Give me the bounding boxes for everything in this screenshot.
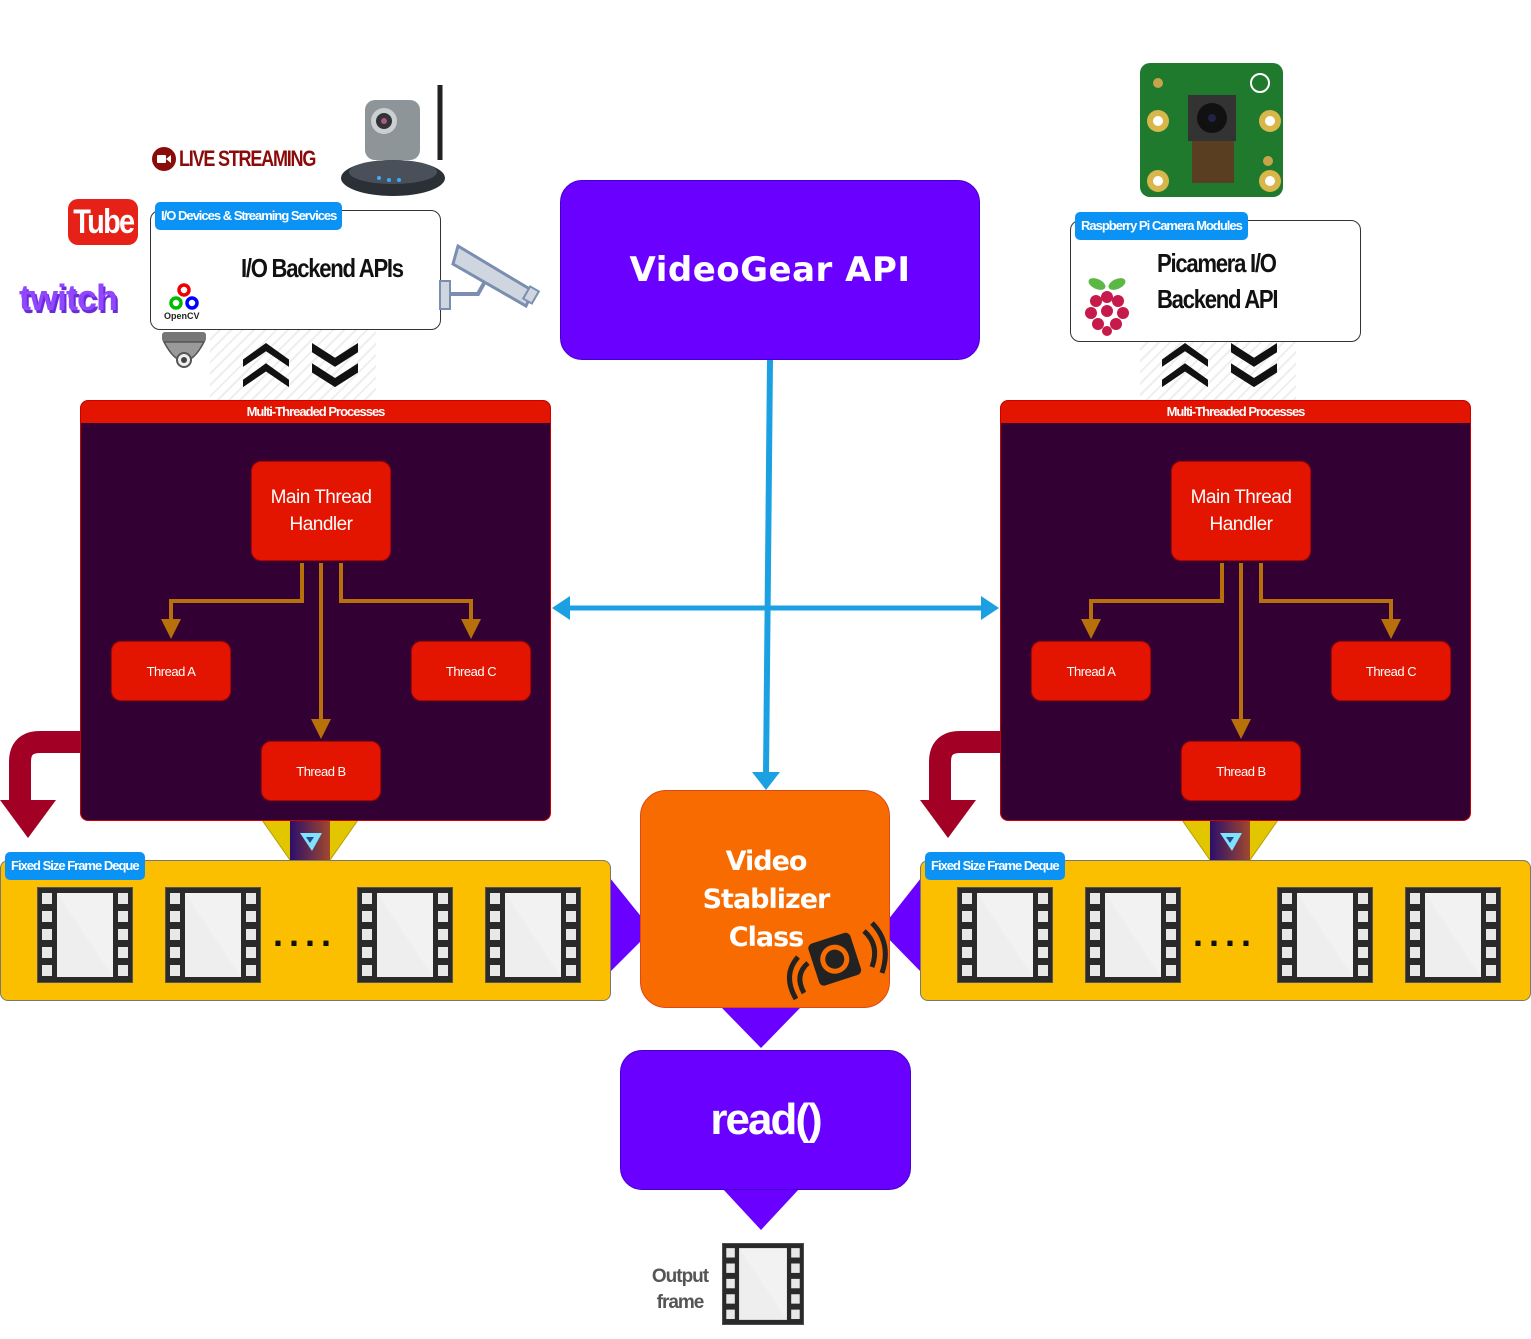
main-thread-line1: Main Thread bbox=[270, 487, 372, 508]
main-thread-line1: Main Thread bbox=[1190, 487, 1292, 508]
twitch-logo: twitch bbox=[19, 276, 135, 320]
read-to-output-arrow bbox=[722, 1188, 800, 1230]
video-camera-icon bbox=[152, 147, 176, 171]
main-thread-line2: Handler bbox=[289, 514, 353, 535]
deque-ellipsis: .... bbox=[273, 913, 338, 954]
api-down-arrowhead bbox=[752, 772, 780, 790]
stabilizer-line1: Video bbox=[725, 846, 808, 877]
main-thread-line2: Handler bbox=[1209, 514, 1273, 535]
output-line2: frame bbox=[656, 1292, 705, 1313]
frame-icon bbox=[357, 887, 453, 983]
right-thread-a: Thread A bbox=[1031, 641, 1151, 701]
right-frame-deque: .... bbox=[920, 860, 1531, 1001]
output-frame-label: Output frame bbox=[650, 1264, 710, 1316]
frame-icon bbox=[485, 887, 581, 983]
twitch-logo-text: twitch bbox=[19, 277, 118, 318]
left-return-arrow bbox=[9, 731, 82, 800]
raspberry-pi-logo-icon bbox=[1085, 278, 1129, 336]
dome-camera-icon bbox=[162, 332, 206, 368]
left-thread-c: Thread C bbox=[411, 641, 531, 701]
videogear-api-title: VideoGear API bbox=[629, 250, 911, 290]
api-to-stabilizer-connector bbox=[763, 359, 773, 776]
frame-icon bbox=[37, 887, 133, 983]
right-return-arrowhead bbox=[920, 800, 976, 838]
left-frame-deque: .... bbox=[0, 860, 611, 1001]
upload-chevrons-icon bbox=[243, 343, 289, 388]
picamera-upload-chevrons-icon bbox=[1162, 343, 1208, 388]
frame-icon bbox=[1085, 887, 1181, 983]
read-method-label: read() bbox=[710, 1095, 822, 1144]
io-devices-tag: I/O Devices & Streaming Services bbox=[155, 202, 343, 230]
shaking-camera-icon bbox=[787, 921, 888, 1001]
deque-ellipsis: .... bbox=[1193, 913, 1258, 954]
right-deque-tag: Fixed Size Frame Deque bbox=[925, 852, 1065, 880]
frame-icon bbox=[1405, 887, 1501, 983]
right-vidgear-logo-icon bbox=[1210, 821, 1250, 861]
live-streaming-text: LIVE STREAMING bbox=[179, 146, 316, 171]
ip-camera-icon bbox=[341, 85, 445, 196]
youtube-logo: Tube bbox=[68, 199, 138, 245]
right-thread-c: Thread C bbox=[1331, 641, 1451, 701]
right-arrowhead bbox=[981, 596, 999, 620]
picamera-title-line2: Backend API bbox=[1157, 284, 1279, 314]
download-chevrons-icon bbox=[312, 343, 358, 388]
frame-icon bbox=[957, 887, 1053, 983]
left-arrowhead bbox=[552, 596, 570, 620]
raspberry-pi-modules-tag: Raspberry Pi Camera Modules bbox=[1075, 212, 1248, 240]
frame-icon bbox=[165, 887, 261, 983]
left-deque-tag: Fixed Size Frame Deque bbox=[5, 852, 145, 880]
videogear-api-box: VideoGear API bbox=[560, 180, 980, 360]
stabilizer-to-read-arrow bbox=[722, 1008, 800, 1048]
output-line1: Output bbox=[651, 1266, 709, 1287]
picamera-title-line1: Picamera I/O bbox=[1157, 248, 1277, 278]
cctv-camera-icon bbox=[439, 243, 541, 310]
frame-icon bbox=[1277, 887, 1373, 983]
youtube-logo-text: Tube bbox=[73, 203, 135, 241]
opencv-logo-icon bbox=[169, 283, 199, 310]
left-vidgear-logo-icon bbox=[290, 821, 330, 861]
io-backend-title: I/O Backend APIs bbox=[241, 253, 404, 283]
right-multithreaded-processes: Multi-Threaded Processes Main Thread Han… bbox=[1000, 400, 1471, 821]
video-stabilizer-class-box: Video Stablizer Class bbox=[640, 790, 890, 1008]
left-multithreaded-processes: Multi-Threaded Processes Main Thread Han… bbox=[80, 400, 551, 821]
right-return-arrow bbox=[929, 731, 1002, 800]
raspberry-pi-camera-board-icon bbox=[1140, 63, 1283, 197]
right-main-thread-handler: Main Thread Handler bbox=[1171, 461, 1311, 561]
left-thread-b: Thread B bbox=[261, 741, 381, 801]
picamera-download-chevrons-icon bbox=[1231, 343, 1277, 388]
picamera-title: Picamera I/O Backend API bbox=[1157, 245, 1279, 317]
read-method-box: read() bbox=[620, 1050, 911, 1190]
left-main-thread-handler: Main Thread Handler bbox=[251, 461, 391, 561]
live-streaming-badge: LIVE STREAMING bbox=[152, 146, 345, 172]
right-thread-b: Thread B bbox=[1181, 741, 1301, 801]
left-return-arrowhead bbox=[0, 800, 56, 838]
output-frame-icon bbox=[722, 1243, 804, 1325]
opencv-label: OpenCV bbox=[164, 311, 200, 321]
stabilizer-line2: Stablizer bbox=[702, 884, 831, 915]
left-thread-a: Thread A bbox=[111, 641, 231, 701]
